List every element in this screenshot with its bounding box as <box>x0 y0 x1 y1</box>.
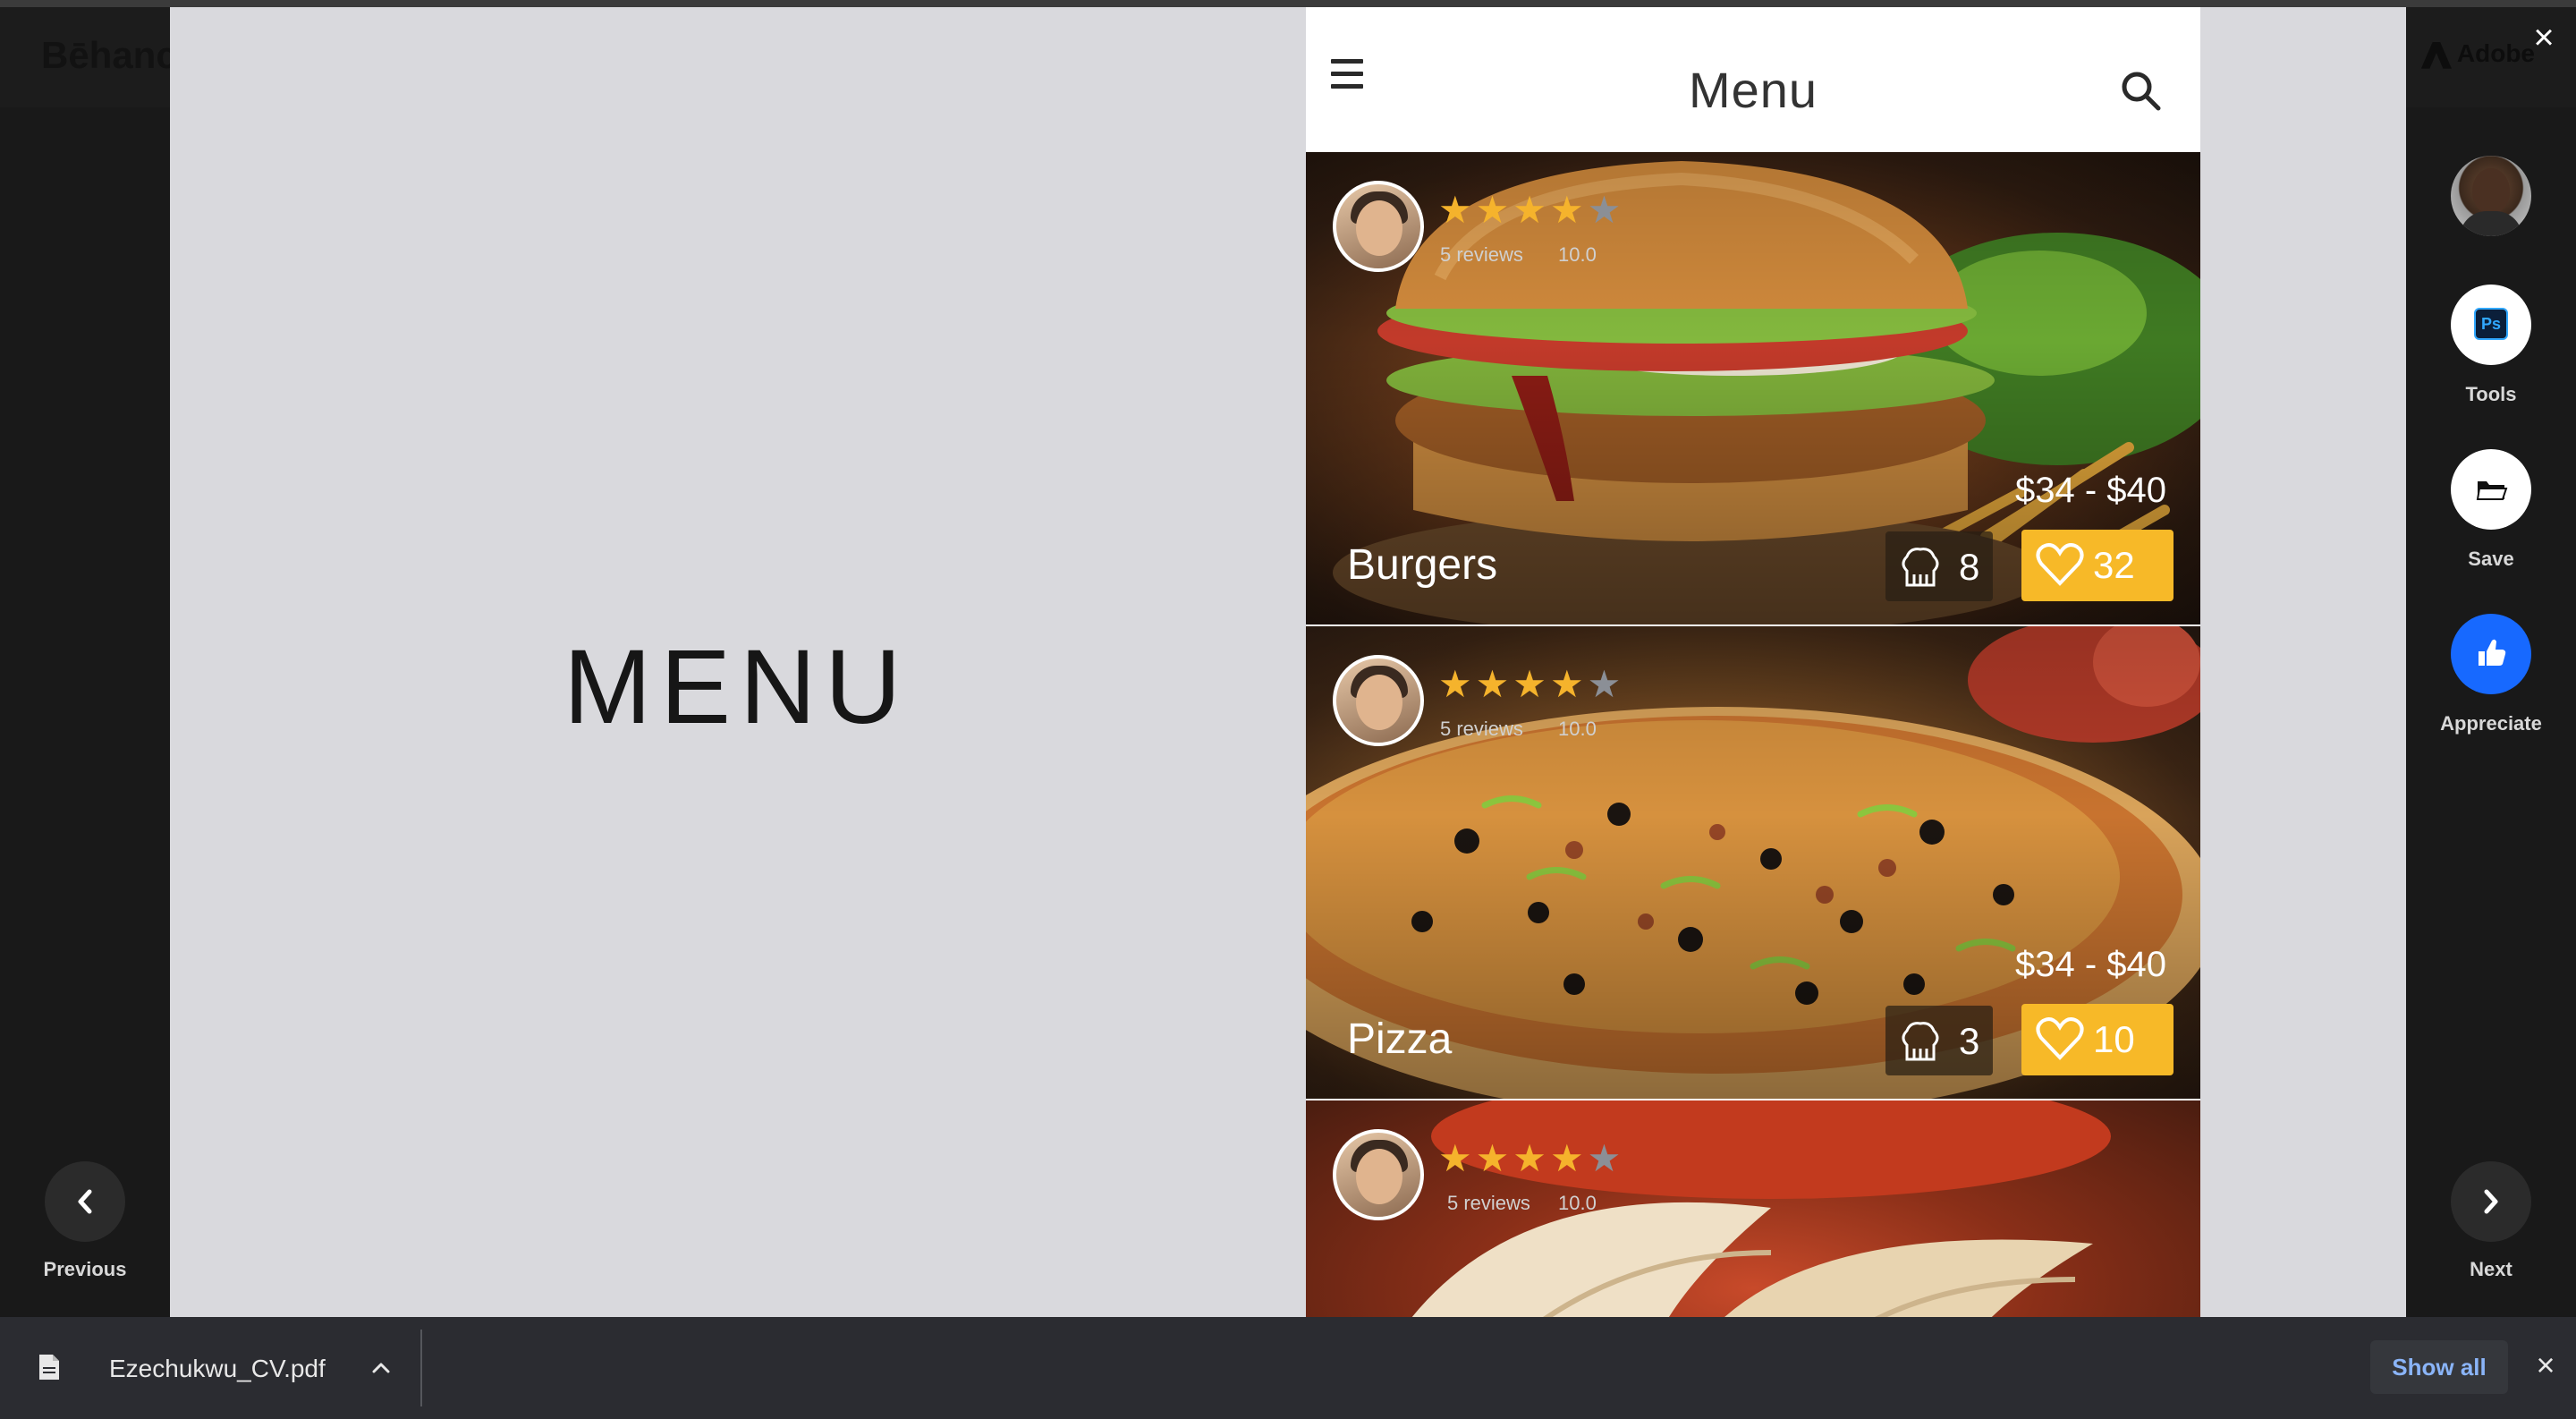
show-all-button[interactable]: Show all <box>2370 1340 2508 1394</box>
chef-count: 8 <box>1959 546 1980 588</box>
price-range: $34 - $40 <box>2014 945 2166 984</box>
star-rating: ★★★★★ <box>1438 189 1625 231</box>
chevron-left-icon <box>78 1189 92 1214</box>
menu-headline: MENU <box>564 628 911 746</box>
reviews-count: 5 reviews <box>1440 243 1523 266</box>
previous-label: Previous <box>43 1258 127 1280</box>
heart-icon <box>2036 543 2084 586</box>
appreciate-label: Appreciate <box>2440 712 2542 735</box>
download-file-name[interactable]: Ezechukwu_CV.pdf <box>109 1355 326 1383</box>
star-rating: ★★★★★ <box>1438 663 1625 705</box>
appreciate-button[interactable] <box>2451 614 2531 694</box>
photoshop-icon: Ps <box>2474 308 2508 340</box>
reviews-count: 5 reviews <box>1440 718 1523 740</box>
tools-label: Tools <box>2465 383 2517 405</box>
folder-icon <box>2476 481 2508 500</box>
phone-title: Menu <box>1688 62 1818 118</box>
price-range: $34 - $40 <box>2014 471 2166 510</box>
chef-hat-icon <box>1902 548 1939 587</box>
divider <box>420 1330 422 1406</box>
wrap-image <box>1411 1100 2111 1317</box>
top-edge <box>0 0 2576 7</box>
like-count: 10 <box>2093 1018 2135 1060</box>
adobe-logo: Adobe <box>2420 39 2535 69</box>
chevron-right-icon <box>2484 1189 2498 1214</box>
phone-mockup: Menu ★★★★★ 5 reviews 10.0 $34 - $40 Burg… <box>1306 7 2200 1317</box>
dish-name: Pizza <box>1347 1015 1453 1063</box>
tools-button[interactable]: Ps <box>2451 285 2531 365</box>
menu-card-burgers: ★★★★★ 5 reviews 10.0 $34 - $40 Burgers 8 <box>1306 152 2200 625</box>
dish-name: Burgers <box>1347 541 1498 589</box>
heart-icon <box>2036 1017 2084 1060</box>
menu-card-wraps: ★★★★★ 5 reviews 10.0 <box>1306 1100 2200 1317</box>
next-label: Next <box>2470 1258 2512 1280</box>
project-canvas: MENU Menu ★★★★★ 5 reviews 10.0 $34 - $40… <box>170 7 2406 1317</box>
next-button[interactable] <box>2451 1161 2531 1242</box>
phone-app-bar: Menu <box>1306 7 2200 152</box>
thumbs-up-icon <box>2479 639 2506 666</box>
downloads-bar: Ezechukwu_CV.pdf Show all × <box>0 1317 2576 1419</box>
star-rating: ★★★★★ <box>1438 1137 1625 1179</box>
reviewer-avatar <box>1333 655 1424 746</box>
chef-count: 3 <box>1959 1020 1980 1062</box>
chef-count-badge: 3 <box>1885 1006 1993 1075</box>
rating-score: 10.0 <box>1558 718 1597 740</box>
reviewer-avatar <box>1333 181 1424 272</box>
pdf-file-icon <box>39 1355 59 1380</box>
chef-count-badge: 8 <box>1885 531 1993 601</box>
menu-card-pizza: ★★★★★ 5 reviews 10.0 $34 - $40 Pizza 3 1… <box>1306 626 2200 1099</box>
close-downloads-button[interactable]: × <box>2528 1347 2563 1383</box>
chef-hat-icon <box>1902 1022 1939 1061</box>
previous-button[interactable] <box>45 1161 125 1242</box>
save-label: Save <box>2468 548 2514 570</box>
like-button[interactable]: 10 <box>2021 1004 2174 1075</box>
rating-score: 10.0 <box>1558 243 1597 266</box>
reviewer-avatar <box>1333 1129 1424 1220</box>
close-lightbox-button[interactable]: × <box>2526 20 2562 55</box>
owner-avatar[interactable] <box>2451 156 2531 236</box>
save-button[interactable] <box>2451 449 2531 530</box>
adobe-icon <box>2420 41 2452 69</box>
chevron-up-icon[interactable] <box>369 1358 394 1378</box>
adobe-label: Adobe <box>2456 39 2535 67</box>
search-icon <box>2122 72 2161 111</box>
behance-lightbox-screen: Bēhance Adobe × MENU Menu ★★★★★ 5 review… <box>0 0 2576 1419</box>
reviews-count: 5 reviews <box>1447 1192 1530 1214</box>
like-button[interactable]: 32 <box>2021 530 2174 601</box>
rating-score: 10.0 <box>1558 1192 1597 1214</box>
like-count: 32 <box>2093 544 2135 586</box>
